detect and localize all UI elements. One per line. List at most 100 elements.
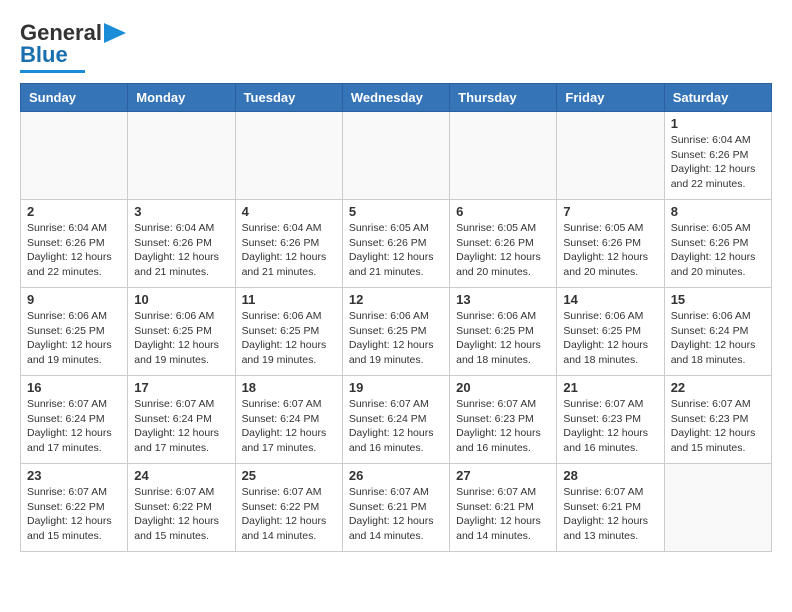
day-number: 14: [563, 292, 657, 307]
calendar-header-row: SundayMondayTuesdayWednesdayThursdayFrid…: [21, 84, 772, 112]
calendar-week-row: 1 Sunrise: 6:04 AM Sunset: 6:26 PM Daylig…: [21, 112, 772, 200]
day-info: Sunrise: 6:06 AM Sunset: 6:25 PM Dayligh…: [563, 309, 657, 368]
calendar-day-cell: 10 Sunrise: 6:06 AM Sunset: 6:25 PM Dayli…: [128, 288, 235, 376]
calendar-day-cell: [342, 112, 449, 200]
day-number: 13: [456, 292, 550, 307]
day-info: Sunrise: 6:05 AM Sunset: 6:26 PM Dayligh…: [671, 221, 765, 280]
logo-arrow-icon: [104, 23, 126, 43]
day-info: Sunrise: 6:07 AM Sunset: 6:21 PM Dayligh…: [563, 485, 657, 544]
day-info: Sunrise: 6:06 AM Sunset: 6:25 PM Dayligh…: [242, 309, 336, 368]
day-info: Sunrise: 6:05 AM Sunset: 6:26 PM Dayligh…: [563, 221, 657, 280]
calendar-day-cell: 19 Sunrise: 6:07 AM Sunset: 6:24 PM Dayli…: [342, 376, 449, 464]
calendar-day-cell: 4Sunrise: 6:04 AM Sunset: 6:26 PM Daylig…: [235, 200, 342, 288]
calendar-table: SundayMondayTuesdayWednesdayThursdayFrid…: [20, 83, 772, 552]
calendar-day-cell: 12Sunrise: 6:06 AM Sunset: 6:25 PM Dayli…: [342, 288, 449, 376]
day-info: Sunrise: 6:06 AM Sunset: 6:25 PM Dayligh…: [456, 309, 550, 368]
calendar-day-cell: 28 Sunrise: 6:07 AM Sunset: 6:21 PM Dayli…: [557, 464, 664, 552]
day-info: Sunrise: 6:07 AM Sunset: 6:24 PM Dayligh…: [27, 397, 121, 456]
day-info: Sunrise: 6:06 AM Sunset: 6:24 PM Dayligh…: [671, 309, 765, 368]
day-number: 23: [27, 468, 121, 483]
calendar-day-cell: 1 Sunrise: 6:04 AM Sunset: 6:26 PM Daylig…: [664, 112, 771, 200]
day-number: 5: [349, 204, 443, 219]
calendar-day-cell: 18 Sunrise: 6:07 AM Sunset: 6:24 PM Dayli…: [235, 376, 342, 464]
calendar-day-cell: 16 Sunrise: 6:07 AM Sunset: 6:24 PM Dayli…: [21, 376, 128, 464]
day-number: 25: [242, 468, 336, 483]
day-number: 15: [671, 292, 765, 307]
day-number: 3: [134, 204, 228, 219]
weekday-header: Monday: [128, 84, 235, 112]
calendar-day-cell: 7Sunrise: 6:05 AM Sunset: 6:26 PM Daylig…: [557, 200, 664, 288]
day-number: 10: [134, 292, 228, 307]
day-number: 1: [671, 116, 765, 131]
day-info: Sunrise: 6:07 AM Sunset: 6:24 PM Dayligh…: [242, 397, 336, 456]
calendar-day-cell: 8 Sunrise: 6:05 AM Sunset: 6:26 PM Daylig…: [664, 200, 771, 288]
day-number: 28: [563, 468, 657, 483]
day-number: 11: [242, 292, 336, 307]
logo: General Blue: [20, 20, 126, 73]
day-info: Sunrise: 6:04 AM Sunset: 6:26 PM Dayligh…: [671, 133, 765, 192]
day-number: 20: [456, 380, 550, 395]
calendar-day-cell: 14 Sunrise: 6:06 AM Sunset: 6:25 PM Dayli…: [557, 288, 664, 376]
day-info: Sunrise: 6:05 AM Sunset: 6:26 PM Dayligh…: [456, 221, 550, 280]
day-number: 17: [134, 380, 228, 395]
calendar-day-cell: 3 Sunrise: 6:04 AM Sunset: 6:26 PM Daylig…: [128, 200, 235, 288]
calendar-week-row: 23 Sunrise: 6:07 AM Sunset: 6:22 PM Dayli…: [21, 464, 772, 552]
day-info: Sunrise: 6:07 AM Sunset: 6:24 PM Dayligh…: [349, 397, 443, 456]
calendar-day-cell: 5 Sunrise: 6:05 AM Sunset: 6:26 PM Daylig…: [342, 200, 449, 288]
day-number: 24: [134, 468, 228, 483]
calendar-day-cell: [235, 112, 342, 200]
calendar-day-cell: 24 Sunrise: 6:07 AM Sunset: 6:22 PM Dayli…: [128, 464, 235, 552]
calendar-day-cell: 13 Sunrise: 6:06 AM Sunset: 6:25 PM Dayli…: [450, 288, 557, 376]
day-info: Sunrise: 6:07 AM Sunset: 6:23 PM Dayligh…: [563, 397, 657, 456]
day-info: Sunrise: 6:07 AM Sunset: 6:24 PM Dayligh…: [134, 397, 228, 456]
day-info: Sunrise: 6:07 AM Sunset: 6:21 PM Dayligh…: [349, 485, 443, 544]
day-number: 21: [563, 380, 657, 395]
day-number: 8: [671, 204, 765, 219]
day-number: 6: [456, 204, 550, 219]
calendar-week-row: 2 Sunrise: 6:04 AM Sunset: 6:26 PM Daylig…: [21, 200, 772, 288]
day-number: 27: [456, 468, 550, 483]
calendar-week-row: 9 Sunrise: 6:06 AM Sunset: 6:25 PM Daylig…: [21, 288, 772, 376]
calendar-day-cell: 25 Sunrise: 6:07 AM Sunset: 6:22 PM Dayli…: [235, 464, 342, 552]
day-number: 16: [27, 380, 121, 395]
calendar-day-cell: 23 Sunrise: 6:07 AM Sunset: 6:22 PM Dayli…: [21, 464, 128, 552]
day-number: 2: [27, 204, 121, 219]
calendar-day-cell: [664, 464, 771, 552]
day-info: Sunrise: 6:07 AM Sunset: 6:22 PM Dayligh…: [242, 485, 336, 544]
weekday-header: Sunday: [21, 84, 128, 112]
day-number: 9: [27, 292, 121, 307]
calendar-day-cell: 26Sunrise: 6:07 AM Sunset: 6:21 PM Dayli…: [342, 464, 449, 552]
day-info: Sunrise: 6:04 AM Sunset: 6:26 PM Dayligh…: [242, 221, 336, 280]
day-info: Sunrise: 6:07 AM Sunset: 6:22 PM Dayligh…: [27, 485, 121, 544]
day-info: Sunrise: 6:07 AM Sunset: 6:23 PM Dayligh…: [671, 397, 765, 456]
calendar-day-cell: 9Sunrise: 6:06 AM Sunset: 6:25 PM Daylig…: [21, 288, 128, 376]
calendar-day-cell: 27Sunrise: 6:07 AM Sunset: 6:21 PM Dayli…: [450, 464, 557, 552]
calendar-day-cell: [450, 112, 557, 200]
day-number: 19: [349, 380, 443, 395]
weekday-header: Wednesday: [342, 84, 449, 112]
weekday-header: Friday: [557, 84, 664, 112]
day-info: Sunrise: 6:07 AM Sunset: 6:23 PM Dayligh…: [456, 397, 550, 456]
day-info: Sunrise: 6:07 AM Sunset: 6:22 PM Dayligh…: [134, 485, 228, 544]
weekday-header: Thursday: [450, 84, 557, 112]
calendar-day-cell: 6 Sunrise: 6:05 AM Sunset: 6:26 PM Daylig…: [450, 200, 557, 288]
calendar-day-cell: 2Sunrise: 6:04 AM Sunset: 6:26 PM Daylig…: [21, 200, 128, 288]
day-number: 18: [242, 380, 336, 395]
calendar-day-cell: 15 Sunrise: 6:06 AM Sunset: 6:24 PM Dayli…: [664, 288, 771, 376]
calendar-day-cell: 20 Sunrise: 6:07 AM Sunset: 6:23 PM Dayli…: [450, 376, 557, 464]
calendar-day-cell: 22 Sunrise: 6:07 AM Sunset: 6:23 PM Dayli…: [664, 376, 771, 464]
day-info: Sunrise: 6:06 AM Sunset: 6:25 PM Dayligh…: [349, 309, 443, 368]
logo-underline: [20, 70, 85, 73]
day-info: Sunrise: 6:05 AM Sunset: 6:26 PM Dayligh…: [349, 221, 443, 280]
weekday-header: Tuesday: [235, 84, 342, 112]
calendar-day-cell: [21, 112, 128, 200]
day-info: Sunrise: 6:04 AM Sunset: 6:26 PM Dayligh…: [134, 221, 228, 280]
logo-blue: Blue: [20, 42, 68, 68]
weekday-header: Saturday: [664, 84, 771, 112]
calendar-day-cell: 21 Sunrise: 6:07 AM Sunset: 6:23 PM Dayli…: [557, 376, 664, 464]
day-number: 22: [671, 380, 765, 395]
calendar-day-cell: [128, 112, 235, 200]
day-info: Sunrise: 6:06 AM Sunset: 6:25 PM Dayligh…: [134, 309, 228, 368]
calendar-week-row: 16 Sunrise: 6:07 AM Sunset: 6:24 PM Dayli…: [21, 376, 772, 464]
page-header: General Blue: [20, 20, 772, 73]
